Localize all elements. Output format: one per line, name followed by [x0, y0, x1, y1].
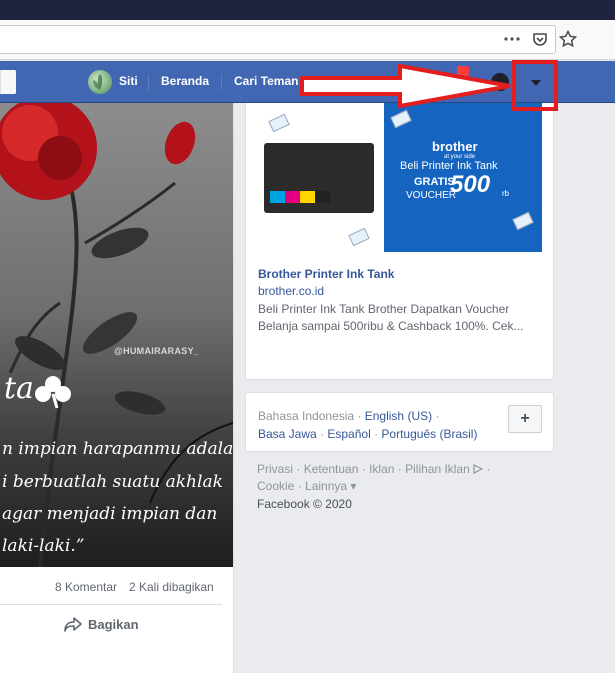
search-button[interactable]: [0, 70, 16, 94]
share-button-label: Bagikan: [88, 616, 139, 632]
annotation-arrow-icon: [300, 64, 511, 108]
pocket-icon[interactable]: [530, 29, 550, 49]
voucher-tag: [268, 113, 290, 133]
image-watermark: @HUMAIRARASY_: [114, 346, 200, 356]
address-bar[interactable]: [0, 25, 556, 54]
footer-link-privacy[interactable]: Privasi: [257, 462, 293, 476]
ad-choices-icon[interactable]: [473, 464, 484, 474]
ad-image-amount: 500: [450, 171, 491, 198]
browser-toolbar: [0, 20, 615, 60]
nav-divider: [148, 74, 149, 90]
divider: [0, 604, 222, 605]
star-icon[interactable]: [558, 29, 578, 49]
ad-image[interactable]: brother at your side Beli Printer Ink Ta…: [258, 103, 542, 252]
ellipsis-icon[interactable]: [502, 29, 522, 49]
rose-illustration: [0, 103, 233, 567]
annotation-highlight-box: [512, 60, 558, 111]
image-quote-line: n impian harapanmu adalah: [2, 439, 233, 459]
browser-titlebar: [0, 0, 615, 20]
language-option[interactable]: Español: [327, 427, 370, 441]
copyright: Facebook © 2020: [257, 497, 352, 511]
ad-brand-logo: brother: [432, 139, 478, 154]
share-button[interactable]: Bagikan: [64, 616, 139, 632]
language-option[interactable]: English (US): [365, 409, 432, 423]
share-count-link[interactable]: 2 Kali dibagikan: [129, 580, 214, 594]
footer-link-cookie[interactable]: Cookie: [257, 479, 294, 493]
share-arrow-icon: [64, 617, 82, 632]
ad-image-gratis: GRATIS: [414, 176, 455, 188]
ink-tanks-illustration: [270, 191, 330, 203]
add-language-button[interactable]: +: [508, 405, 542, 433]
language-option[interactable]: Português (Brasil): [381, 427, 477, 441]
voucher-tag: [390, 109, 412, 129]
ad-image-promo-panel: brother at your side Beli Printer Ink Ta…: [384, 103, 542, 252]
image-quote-line: agar menjadi impian dan: [2, 504, 218, 524]
ad-image-voucher: VOUCHER: [406, 190, 457, 201]
ad-domain-link[interactable]: brother.co.id: [258, 284, 324, 298]
separator: ·: [354, 409, 365, 423]
voucher-tag: [512, 211, 534, 231]
language-card: Bahasa Indonesia · English (US) · Basa J…: [245, 392, 554, 452]
separator: ·: [370, 427, 382, 441]
separator: ·: [316, 427, 328, 441]
nav-profile-link[interactable]: Siti: [119, 74, 138, 88]
comment-count-link[interactable]: 8 Komentar: [55, 580, 117, 594]
post-card: @HUMAIRARASY_ ta n impian harapanmu adal…: [0, 103, 234, 673]
language-list: Bahasa Indonesia · English (US) · Basa J…: [258, 407, 498, 443]
ad-image-product-panel: [258, 103, 384, 252]
footer-link-ads[interactable]: Iklan: [369, 462, 394, 476]
language-option[interactable]: Basa Jawa: [258, 427, 317, 441]
ad-image-unit: rb: [502, 189, 510, 198]
voucher-tag: [348, 227, 370, 247]
image-quote-line: laki-laki.”: [2, 536, 85, 556]
sponsored-ad-card: brother at your side Beli Printer Ink Ta…: [245, 103, 554, 380]
footer-links: Privasi · Ketentuan · Iklan · Pilihan Ik…: [257, 462, 491, 493]
caret-down-icon[interactable]: ▾: [350, 479, 356, 493]
image-quote-word: ta: [4, 371, 34, 406]
footer-link-terms[interactable]: Ketentuan: [304, 462, 359, 476]
avatar[interactable]: [88, 70, 112, 94]
separator: ·: [432, 409, 440, 423]
nav-divider: [221, 74, 222, 90]
footer-link-ad-choices[interactable]: Pilihan Iklan: [405, 462, 470, 476]
shamrock-icon: [35, 376, 71, 409]
image-quote-line: i berbuatlah suatu akhlak: [2, 472, 223, 492]
ad-description: Beli Printer Ink Tank Brother Dapatkan V…: [258, 302, 524, 333]
post-image[interactable]: @HUMAIRARASY_ ta n impian harapanmu adal…: [0, 103, 233, 567]
nav-home-link[interactable]: Beranda: [161, 74, 209, 88]
ad-title-link[interactable]: Brother Printer Ink Tank: [258, 267, 394, 281]
current-language: Bahasa Indonesia: [258, 409, 355, 423]
footer-link-more[interactable]: Lainnya: [305, 479, 347, 493]
nav-find-friends-link[interactable]: Cari Teman: [234, 74, 298, 88]
